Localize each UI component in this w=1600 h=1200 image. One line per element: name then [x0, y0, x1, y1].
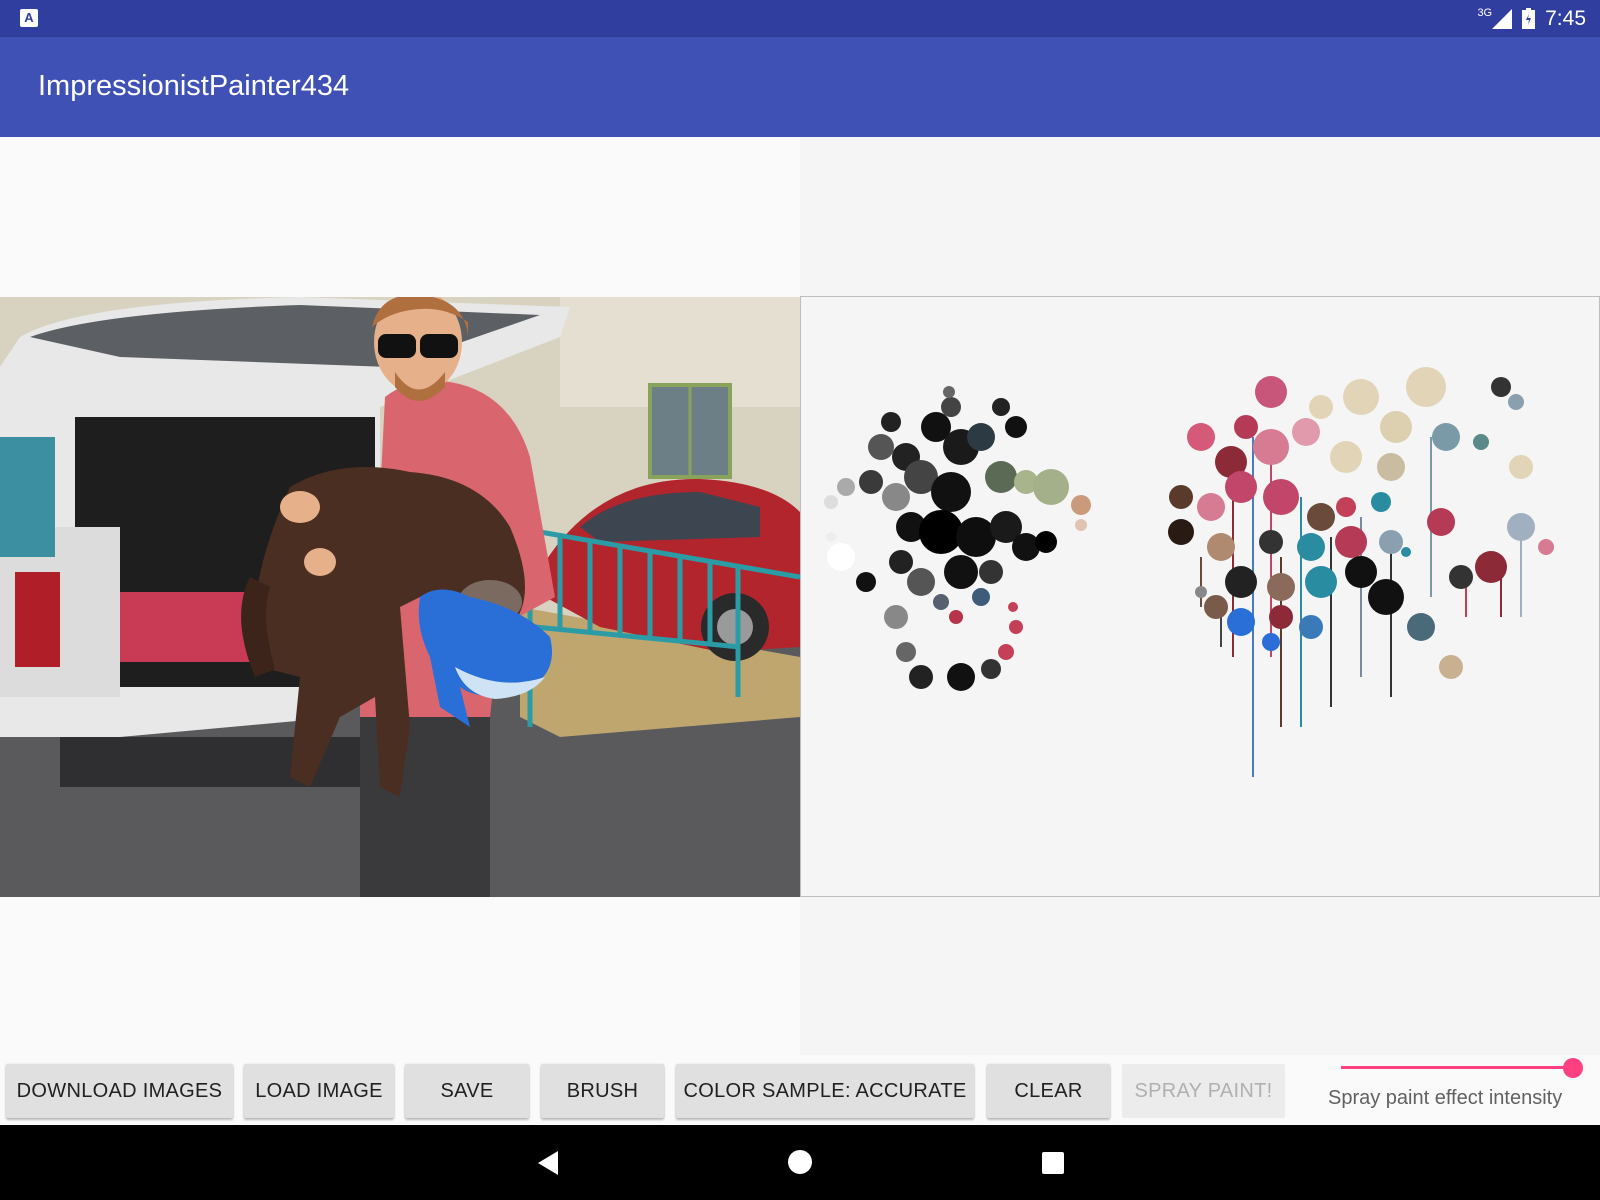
back-icon[interactable]	[536, 1150, 560, 1176]
brush-button[interactable]: BRUSH	[541, 1064, 664, 1118]
home-icon[interactable]	[788, 1150, 812, 1174]
bottom-toolbar: DOWNLOAD IMAGES LOAD IMAGE SAVE BRUSH CO…	[0, 1055, 1600, 1125]
source-photo-illustration	[0, 297, 800, 897]
app-notification-icon: A	[20, 9, 38, 27]
clock: 7:45	[1545, 6, 1586, 30]
status-bar: A 3G 7:45	[0, 0, 1600, 37]
network-type: 3G	[1477, 6, 1493, 19]
spray-intensity-slider[interactable]: Spray paint effect intensity	[1325, 1055, 1600, 1125]
signal-icon	[1492, 8, 1513, 29]
save-button[interactable]: SAVE	[405, 1064, 529, 1118]
battery-icon	[1522, 8, 1536, 29]
recents-icon[interactable]	[1042, 1152, 1064, 1174]
navigation-bar	[0, 1125, 1600, 1200]
slider-thumb[interactable]	[1563, 1058, 1583, 1078]
clear-button[interactable]: CLEAR	[987, 1064, 1110, 1118]
slider-label: Spray paint effect intensity	[1328, 1087, 1563, 1109]
app-bar: ImpressionistPainter434	[0, 37, 1600, 137]
download-images-button[interactable]: DOWNLOAD IMAGES	[6, 1064, 233, 1118]
painting-canvas[interactable]	[800, 296, 1600, 897]
spray-paint-button[interactable]: SPRAY PAINT!	[1122, 1064, 1285, 1118]
painted-strokes	[824, 367, 1554, 777]
app-title: ImpressionistPainter434	[38, 70, 350, 102]
status-icons: 3G 7:45	[1477, 0, 1586, 37]
color-sample-button[interactable]: COLOR SAMPLE: ACCURATE	[676, 1064, 974, 1118]
source-image[interactable]	[0, 297, 800, 897]
content-area	[0, 137, 1600, 1055]
load-image-button[interactable]: LOAD IMAGE	[244, 1064, 394, 1118]
slider-track[interactable]	[1341, 1066, 1573, 1069]
